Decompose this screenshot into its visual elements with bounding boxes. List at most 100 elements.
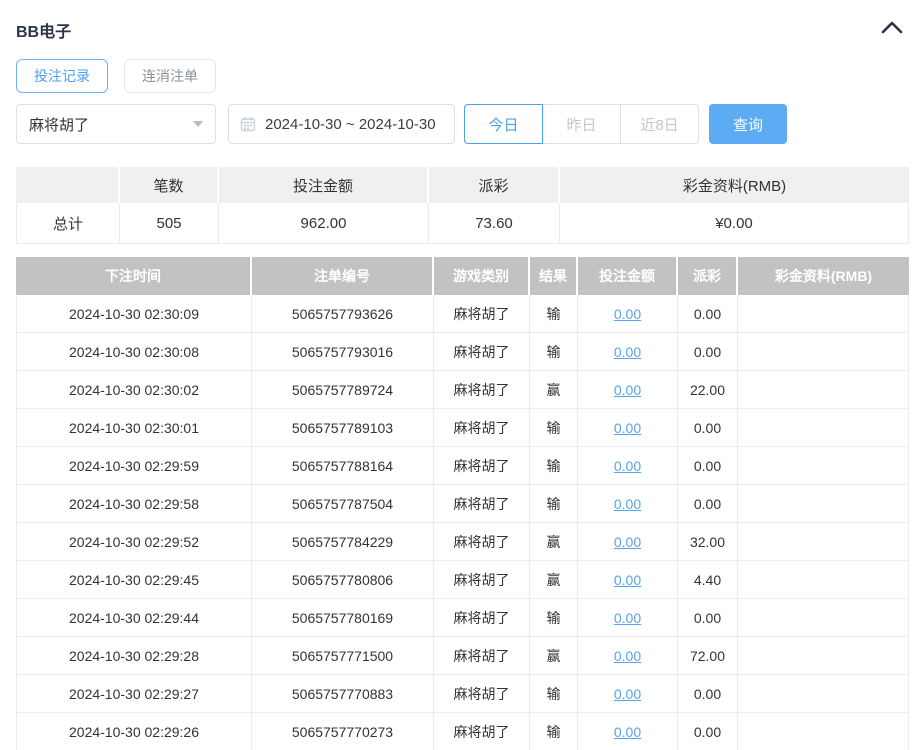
bet-amount-link[interactable]: 0.00 (614, 534, 641, 550)
payout-cell: 0.00 (678, 447, 738, 484)
col-header-bet-time: 下注时间 (16, 257, 252, 295)
summary-total-count: 505 (120, 203, 219, 244)
quick-range-today[interactable]: 今日 (464, 104, 543, 144)
bet-amount-cell: 0.00 (578, 409, 678, 446)
bets-table-body: 2024-10-30 02:30:09 5065757793626 麻将胡了输 0.0… (16, 295, 909, 750)
bet-amount-link[interactable]: 0.00 (614, 420, 641, 436)
bet-amount-link[interactable]: 0.00 (614, 648, 641, 664)
bet-amount-cell: 0.00 (578, 485, 678, 522)
collapse-panel-button[interactable] (879, 14, 905, 40)
game-select[interactable]: 麻将胡了 (16, 104, 216, 144)
game-type-cell: 麻将胡了 (434, 599, 530, 636)
result-cell: 输 (530, 599, 578, 636)
game-type-cell: 麻将胡了 (434, 637, 530, 674)
order-number-cell: 5065757770883 (252, 675, 434, 712)
summary-col-bonus: 彩金资料(RMB) (560, 167, 909, 203)
bet-time-cell: 2024-10-30 02:29:26 (16, 713, 252, 750)
table-row: 2024-10-30 02:30:02 5065757789724 麻将胡了赢 0.0… (16, 371, 909, 409)
page-title: BB电子 (16, 24, 72, 41)
payout-cell: 0.00 (678, 409, 738, 446)
payout-cell: 4.40 (678, 561, 738, 598)
bet-time-cell: 2024-10-30 02:29:27 (16, 675, 252, 712)
col-header-result: 结果 (530, 257, 578, 295)
bet-amount-cell: 0.00 (578, 637, 678, 674)
bet-amount-link[interactable]: 0.00 (614, 458, 641, 474)
result-cell: 输 (530, 333, 578, 370)
game-type-cell: 麻将胡了 (434, 561, 530, 598)
filter-bar: 麻将胡了 2024-10-30 ~ 2024-10-30 今日 昨日 近8日 查… (16, 104, 915, 144)
order-number-cell: 5065757787504 (252, 485, 434, 522)
bet-amount-link[interactable]: 0.00 (614, 344, 641, 360)
order-number-cell: 5065757770273 (252, 713, 434, 750)
result-cell: 赢 (530, 523, 578, 560)
order-number-cell: 5065757788164 (252, 447, 434, 484)
bet-amount-link[interactable]: 0.00 (614, 610, 641, 626)
summary-total-bonus: ¥0.00 (560, 203, 909, 244)
payout-cell: 32.00 (678, 523, 738, 560)
calendar-icon (240, 116, 256, 132)
game-type-cell: 麻将胡了 (434, 675, 530, 712)
payout-cell: 0.00 (678, 485, 738, 522)
tab-bet-records[interactable]: 投注记录 (16, 59, 108, 93)
result-cell: 输 (530, 675, 578, 712)
summary-col-count: 笔数 (120, 167, 219, 203)
bet-amount-link[interactable]: 0.00 (614, 496, 641, 512)
tab-cancelled-bets[interactable]: 连消注单 (124, 59, 216, 93)
bonus-cell (738, 371, 909, 408)
table-row: 2024-10-30 02:29:27 5065757770883 麻将胡了输 0.0… (16, 675, 909, 713)
result-cell: 赢 (530, 561, 578, 598)
col-header-bet-amount: 投注金额 (578, 257, 678, 295)
chevron-down-icon (193, 121, 203, 127)
col-header-bonus: 彩金资料(RMB) (738, 257, 909, 295)
result-cell: 赢 (530, 637, 578, 674)
payout-cell: 0.00 (678, 295, 738, 332)
table-row: 2024-10-30 02:29:45 5065757780806 麻将胡了赢 0.0… (16, 561, 909, 599)
bet-amount-cell: 0.00 (578, 295, 678, 332)
summary-total-bet-amount: 962.00 (219, 203, 429, 244)
bb-electronic-panel: BB电子 投注记录 连消注单 麻将胡了 2024-10-30 ~ 2024-10… (0, 0, 915, 750)
order-number-cell: 5065757793626 (252, 295, 434, 332)
order-number-cell: 5065757771500 (252, 637, 434, 674)
table-row: 2024-10-30 02:29:28 5065757771500 麻将胡了赢 0.0… (16, 637, 909, 675)
bet-time-cell: 2024-10-30 02:29:45 (16, 561, 252, 598)
bet-amount-link[interactable]: 0.00 (614, 382, 641, 398)
quick-range-last8days[interactable]: 近8日 (620, 104, 699, 144)
record-type-tabs: 投注记录 连消注单 (16, 59, 915, 93)
quick-range-yesterday[interactable]: 昨日 (542, 104, 621, 144)
payout-cell: 0.00 (678, 675, 738, 712)
bonus-cell (738, 485, 909, 522)
summary-col-payout: 派彩 (429, 167, 560, 203)
table-row: 2024-10-30 02:29:44 5065757780169 麻将胡了输 0.0… (16, 599, 909, 637)
result-cell: 赢 (530, 371, 578, 408)
order-number-cell: 5065757789103 (252, 409, 434, 446)
result-cell: 输 (530, 409, 578, 446)
bet-amount-cell: 0.00 (578, 561, 678, 598)
bet-time-cell: 2024-10-30 02:29:28 (16, 637, 252, 674)
date-range-input[interactable]: 2024-10-30 ~ 2024-10-30 (228, 104, 455, 144)
game-type-cell: 麻将胡了 (434, 447, 530, 484)
bonus-cell (738, 295, 909, 332)
game-type-cell: 麻将胡了 (434, 409, 530, 446)
table-row: 2024-10-30 02:29:58 5065757787504 麻将胡了输 0.0… (16, 485, 909, 523)
result-cell: 输 (530, 295, 578, 332)
table-row: 2024-10-30 02:29:52 5065757784229 麻将胡了赢 0.0… (16, 523, 909, 561)
query-button[interactable]: 查询 (709, 104, 787, 144)
game-type-cell: 麻将胡了 (434, 485, 530, 522)
bet-time-cell: 2024-10-30 02:29:52 (16, 523, 252, 560)
bet-amount-cell: 0.00 (578, 599, 678, 636)
summary-total-label: 总计 (16, 203, 120, 244)
panel-header: BB电子 (16, 0, 915, 41)
bet-amount-cell: 0.00 (578, 523, 678, 560)
bet-time-cell: 2024-10-30 02:29:58 (16, 485, 252, 522)
chevron-up-icon (881, 21, 903, 34)
game-type-cell: 麻将胡了 (434, 295, 530, 332)
bet-time-cell: 2024-10-30 02:30:01 (16, 409, 252, 446)
bet-amount-link[interactable]: 0.00 (614, 306, 641, 322)
bet-amount-link[interactable]: 0.00 (614, 572, 641, 588)
table-row: 2024-10-30 02:29:59 5065757788164 麻将胡了输 0.0… (16, 447, 909, 485)
bet-time-cell: 2024-10-30 02:29:44 (16, 599, 252, 636)
bet-amount-link[interactable]: 0.00 (614, 686, 641, 702)
bet-amount-cell: 0.00 (578, 371, 678, 408)
bet-amount-link[interactable]: 0.00 (614, 724, 641, 740)
game-type-cell: 麻将胡了 (434, 371, 530, 408)
